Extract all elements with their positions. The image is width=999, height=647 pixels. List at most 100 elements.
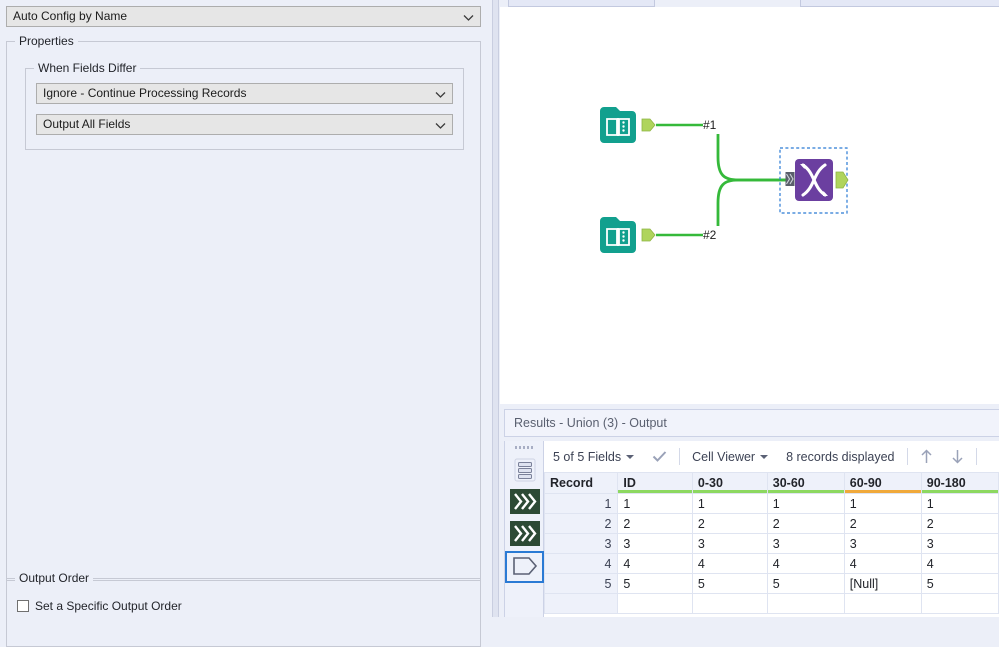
double-chevron-icon — [510, 489, 540, 517]
cell[interactable]: 2 — [844, 514, 921, 534]
column-label: 30-60 — [773, 476, 805, 490]
cell[interactable]: 5 — [618, 574, 693, 594]
cell[interactable]: [Null] — [844, 574, 921, 594]
set-specific-output-order-label: Set a Specific Output Order — [35, 599, 182, 613]
rail-records-icon-item[interactable] — [505, 455, 544, 487]
cell[interactable]: 4 — [767, 554, 844, 574]
column-type-underline — [922, 490, 998, 493]
viewer-selector[interactable]: Cell Viewer — [683, 450, 777, 464]
cell[interactable]: 2 — [618, 514, 693, 534]
table-row[interactable]: 1 1 1 1 1 1 — [545, 494, 999, 514]
cell[interactable]: 1 — [921, 494, 998, 514]
connection-label-2: #2 — [703, 228, 716, 242]
chevron-down-icon — [435, 84, 446, 104]
table-row[interactable]: 5 5 5 5 [Null] 5 — [545, 574, 999, 594]
toolbar-separator-3 — [976, 448, 977, 465]
when-fields-differ-group: When Fields Differ Ignore - Continue Pro… — [25, 68, 464, 150]
cell[interactable]: 3 — [921, 534, 998, 554]
chevron-down-icon — [626, 455, 634, 459]
table-row[interactable]: 2 2 2 2 2 2 — [545, 514, 999, 534]
cell[interactable]: 4 — [921, 554, 998, 574]
column-type-underline — [768, 490, 844, 493]
cell[interactable]: 4 — [618, 554, 693, 574]
panel-splitter[interactable] — [489, 0, 500, 617]
canvas-surface[interactable]: #1 #2 — [500, 7, 999, 404]
set-specific-output-order-checkbox[interactable] — [17, 600, 29, 612]
canvas-tab-2[interactable] — [800, 0, 999, 7]
scroll-up-button[interactable] — [911, 449, 942, 464]
cell[interactable] — [844, 594, 921, 614]
cell[interactable]: 3 — [844, 534, 921, 554]
when-fields-differ-select[interactable]: Ignore - Continue Processing Records — [36, 83, 453, 104]
rail-input-anchor-2[interactable] — [505, 519, 544, 551]
column-header-60-90[interactable]: 60-90 — [844, 473, 921, 494]
cell[interactable]: 2 — [692, 514, 767, 534]
table-row[interactable]: 4 4 4 4 4 4 — [545, 554, 999, 574]
column-label: 0-30 — [698, 476, 723, 490]
column-header-0-30[interactable]: 0-30 — [692, 473, 767, 494]
toolbar-separator-1 — [679, 448, 680, 465]
input-data-tool-2[interactable] — [598, 215, 658, 257]
scroll-down-button[interactable] — [942, 449, 973, 464]
cell[interactable]: 5 — [921, 574, 998, 594]
apply-fields-button[interactable] — [643, 450, 676, 463]
cell[interactable]: 2 — [767, 514, 844, 534]
properties-legend: Properties — [15, 34, 78, 48]
rail-drag-handle[interactable] — [505, 441, 543, 455]
auto-config-mode-select[interactable]: Auto Config by Name — [6, 6, 481, 27]
cell[interactable]: 3 — [618, 534, 693, 554]
cell[interactable]: 1 — [618, 494, 693, 514]
results-body: 5 of 5 Fields Cell Viewer 8 records disp… — [504, 441, 999, 617]
record-number: 4 — [545, 554, 618, 574]
results-title: Results - Union (3) - Output — [514, 416, 667, 430]
cell[interactable] — [921, 594, 998, 614]
output-order-legend: Output Order — [15, 571, 93, 585]
results-anchor-rail — [505, 441, 544, 617]
record-number: 1 — [545, 494, 618, 514]
cell[interactable] — [618, 594, 693, 614]
records-label: 8 records displayed — [786, 450, 894, 464]
input-data-tool-1[interactable] — [598, 105, 658, 147]
cell[interactable] — [767, 594, 844, 614]
rail-output-anchor[interactable] — [505, 551, 544, 583]
column-header-id[interactable]: ID — [618, 473, 693, 494]
column-header-90-180[interactable]: 90-180 — [921, 473, 998, 494]
cell[interactable] — [692, 594, 767, 614]
workflow-canvas[interactable]: #1 #2 — [500, 0, 999, 404]
properties-group: Properties When Fields Differ Ignore - C… — [6, 41, 481, 581]
cell[interactable]: 2 — [921, 514, 998, 534]
results-data-grid[interactable]: Record ID 0-30 30-60 — [544, 472, 999, 614]
cell[interactable]: 5 — [692, 574, 767, 594]
table-row[interactable]: 3 3 3 3 3 3 — [545, 534, 999, 554]
cell[interactable]: 3 — [767, 534, 844, 554]
union-tool[interactable] — [779, 147, 855, 217]
canvas-tab-strip — [500, 0, 999, 7]
output-fields-select[interactable]: Output All Fields — [36, 114, 453, 135]
column-label: 60-90 — [850, 476, 882, 490]
set-specific-output-order-row[interactable]: Set a Specific Output Order — [17, 599, 470, 613]
cell[interactable]: 1 — [692, 494, 767, 514]
fields-selector[interactable]: 5 of 5 Fields — [544, 450, 643, 464]
auto-config-mode-value: Auto Config by Name — [13, 9, 127, 23]
canvas-tab-1[interactable] — [508, 0, 655, 7]
cell[interactable]: 1 — [844, 494, 921, 514]
output-order-group: Output Order Set a Specific Output Order — [6, 578, 481, 647]
cell[interactable]: 1 — [767, 494, 844, 514]
results-title-bar[interactable]: Results - Union (3) - Output — [504, 409, 999, 437]
records-icon — [514, 458, 536, 485]
chevron-down-icon — [435, 115, 446, 135]
cell[interactable]: 3 — [692, 534, 767, 554]
column-header-record[interactable]: Record — [545, 473, 618, 494]
splitter-grip[interactable] — [492, 0, 499, 617]
cell[interactable]: 4 — [844, 554, 921, 574]
record-number — [545, 594, 618, 614]
alteryx-window: Auto Config by Name Properties When Fiel… — [0, 0, 999, 617]
cell[interactable]: 5 — [767, 574, 844, 594]
cell[interactable]: 4 — [692, 554, 767, 574]
rail-input-anchor-1[interactable] — [505, 487, 544, 519]
output-fields-value: Output All Fields — [43, 117, 130, 131]
results-panel: Results - Union (3) - Output — [500, 404, 999, 617]
table-row[interactable] — [545, 594, 999, 614]
column-header-30-60[interactable]: 30-60 — [767, 473, 844, 494]
record-number: 3 — [545, 534, 618, 554]
